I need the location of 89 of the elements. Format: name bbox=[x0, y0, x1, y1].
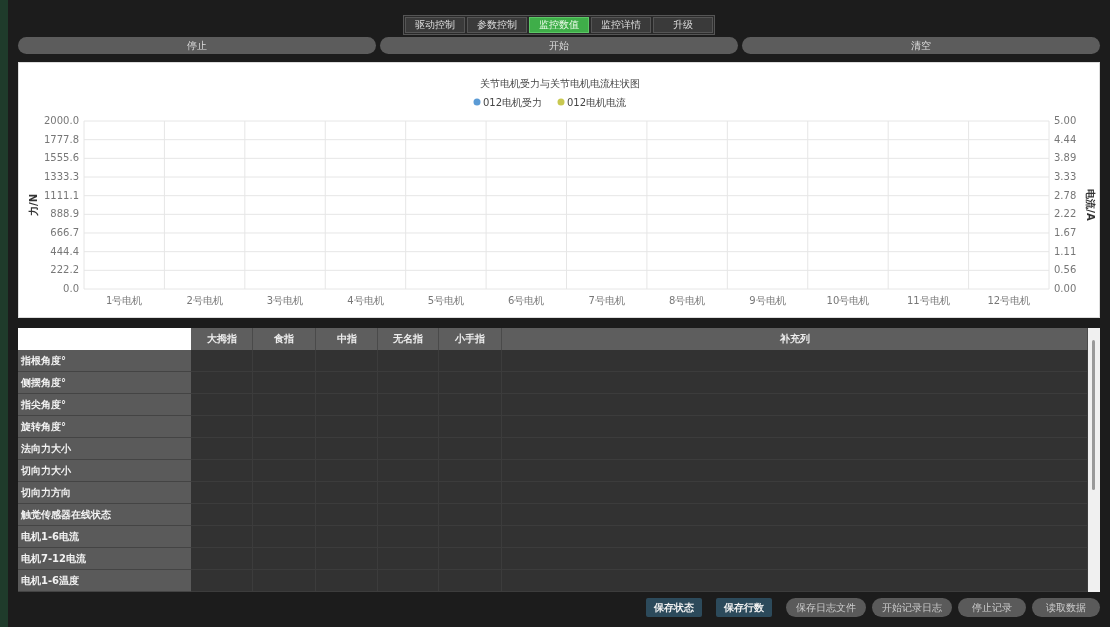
table-cell bbox=[191, 548, 253, 570]
action-button[interactable]: 保存状态 bbox=[646, 598, 702, 617]
y-tick-label: 666.7 bbox=[50, 227, 79, 238]
y-tick-label: 0.00 bbox=[1054, 283, 1077, 294]
action-button[interactable]: 开始记录日志 bbox=[872, 598, 952, 617]
y-tick-label: 0.56 bbox=[1054, 264, 1077, 276]
y-tick-label: 222.2 bbox=[50, 264, 79, 276]
table-cell bbox=[439, 570, 502, 592]
table-cell bbox=[378, 350, 439, 372]
table-cell bbox=[439, 350, 502, 372]
x-tick-label: 6号电机 bbox=[508, 295, 545, 306]
table-cell bbox=[191, 526, 253, 548]
y-tick-label: 2000.0 bbox=[44, 115, 79, 126]
row-header: 电机1-6电流 bbox=[18, 526, 191, 548]
scrollbar[interactable] bbox=[1088, 328, 1100, 592]
row-header: 指尖角度° bbox=[18, 394, 191, 416]
x-tick-label: 12号电机 bbox=[987, 295, 1031, 306]
y-tick-label: 2.22 bbox=[1054, 208, 1077, 220]
legend-item: 012电机受力 bbox=[473, 97, 543, 108]
table-cell bbox=[191, 350, 253, 372]
table-cell bbox=[191, 438, 253, 460]
row-header: 触觉传感器在线状态 bbox=[18, 504, 191, 526]
row-header: 指根角度° bbox=[18, 350, 191, 372]
control-button[interactable]: 停止 bbox=[18, 37, 376, 54]
table-cell bbox=[378, 570, 439, 592]
x-tick-label: 3号电机 bbox=[266, 295, 304, 306]
action-button[interactable]: 保存行数 bbox=[716, 598, 772, 617]
y-tick-label: 1555.6 bbox=[44, 152, 79, 164]
action-button[interactable]: 停止记录 bbox=[958, 598, 1026, 617]
y-tick-label: 0.0 bbox=[63, 283, 79, 294]
column-header: 食指 bbox=[253, 328, 316, 350]
y-tick-label: 888.9 bbox=[50, 208, 79, 220]
table-cell bbox=[191, 482, 253, 504]
tab[interactable]: 驱动控制 bbox=[405, 17, 465, 33]
tab[interactable]: 参数控制 bbox=[467, 17, 527, 33]
table-cell bbox=[316, 350, 378, 372]
row-header: 侧摆角度° bbox=[18, 372, 191, 394]
y-tick-label: 1.11 bbox=[1054, 245, 1077, 257]
x-tick-label: 1号电机 bbox=[106, 295, 143, 306]
y-tick-label: 4.44 bbox=[1054, 133, 1077, 145]
row-header: 法向力大小 bbox=[18, 438, 191, 460]
y-tick-label: 444.4 bbox=[50, 245, 79, 257]
table-cell bbox=[191, 504, 253, 526]
x-tick-label: 2号电机 bbox=[186, 295, 223, 306]
tab[interactable]: 监控数值 bbox=[529, 17, 589, 33]
column-header: 无名指 bbox=[378, 328, 439, 350]
control-button[interactable]: 开始 bbox=[380, 37, 738, 54]
x-tick-label: 7号电机 bbox=[588, 295, 625, 306]
column-header: 小手指 bbox=[439, 328, 502, 350]
table-cell bbox=[191, 394, 253, 416]
control-button[interactable]: 清空 bbox=[742, 37, 1100, 54]
column-header: 补充列 bbox=[502, 328, 1088, 350]
table-cell bbox=[316, 570, 378, 592]
table-cell bbox=[253, 570, 316, 592]
column-header: 大拇指 bbox=[191, 328, 253, 350]
x-tick-label: 4号电机 bbox=[347, 295, 384, 306]
legend-item: 012电机电流 bbox=[557, 97, 627, 108]
axis-title: 力/N bbox=[28, 194, 39, 216]
table-cell bbox=[253, 350, 316, 372]
table-cell bbox=[191, 570, 253, 592]
y-tick-label: 5.00 bbox=[1054, 115, 1077, 126]
table-cell bbox=[191, 372, 253, 394]
row-header: 切向力大小 bbox=[18, 460, 191, 482]
axis-title: 电流/A bbox=[1085, 189, 1096, 221]
chart-title: 关节电机受力与关节电机电流柱状图 bbox=[480, 78, 640, 89]
y-tick-label: 3.89 bbox=[1054, 152, 1077, 164]
scrollbar-thumb[interactable] bbox=[1092, 340, 1095, 490]
row-header: 旋转角度° bbox=[18, 416, 191, 438]
y-tick-label: 1777.8 bbox=[44, 133, 79, 145]
tab[interactable]: 升级 bbox=[653, 17, 713, 33]
table-cell bbox=[191, 460, 253, 482]
y-tick-label: 3.33 bbox=[1054, 171, 1077, 182]
action-button[interactable]: 保存日志文件 bbox=[786, 598, 866, 617]
x-tick-label: 8号电机 bbox=[668, 295, 706, 306]
table-cell bbox=[191, 416, 253, 438]
row-header: 切向力方向 bbox=[18, 482, 191, 504]
column-header: 中指 bbox=[316, 328, 378, 350]
x-tick-label: 10号电机 bbox=[826, 295, 870, 306]
y-tick-label: 1.67 bbox=[1054, 227, 1077, 238]
row-header: 电机7-12电流 bbox=[18, 548, 191, 570]
row-header: 电机1-6温度 bbox=[18, 570, 191, 592]
x-tick-label: 9号电机 bbox=[749, 295, 786, 306]
y-tick-label: 1111.1 bbox=[44, 189, 79, 201]
x-tick-label: 5号电机 bbox=[427, 295, 465, 306]
action-button[interactable]: 读取数据 bbox=[1032, 598, 1100, 617]
tab[interactable]: 监控详情 bbox=[591, 17, 651, 33]
y-tick-label: 1333.3 bbox=[44, 171, 79, 182]
x-tick-label: 11号电机 bbox=[907, 295, 950, 306]
y-tick-label: 2.78 bbox=[1054, 189, 1077, 201]
